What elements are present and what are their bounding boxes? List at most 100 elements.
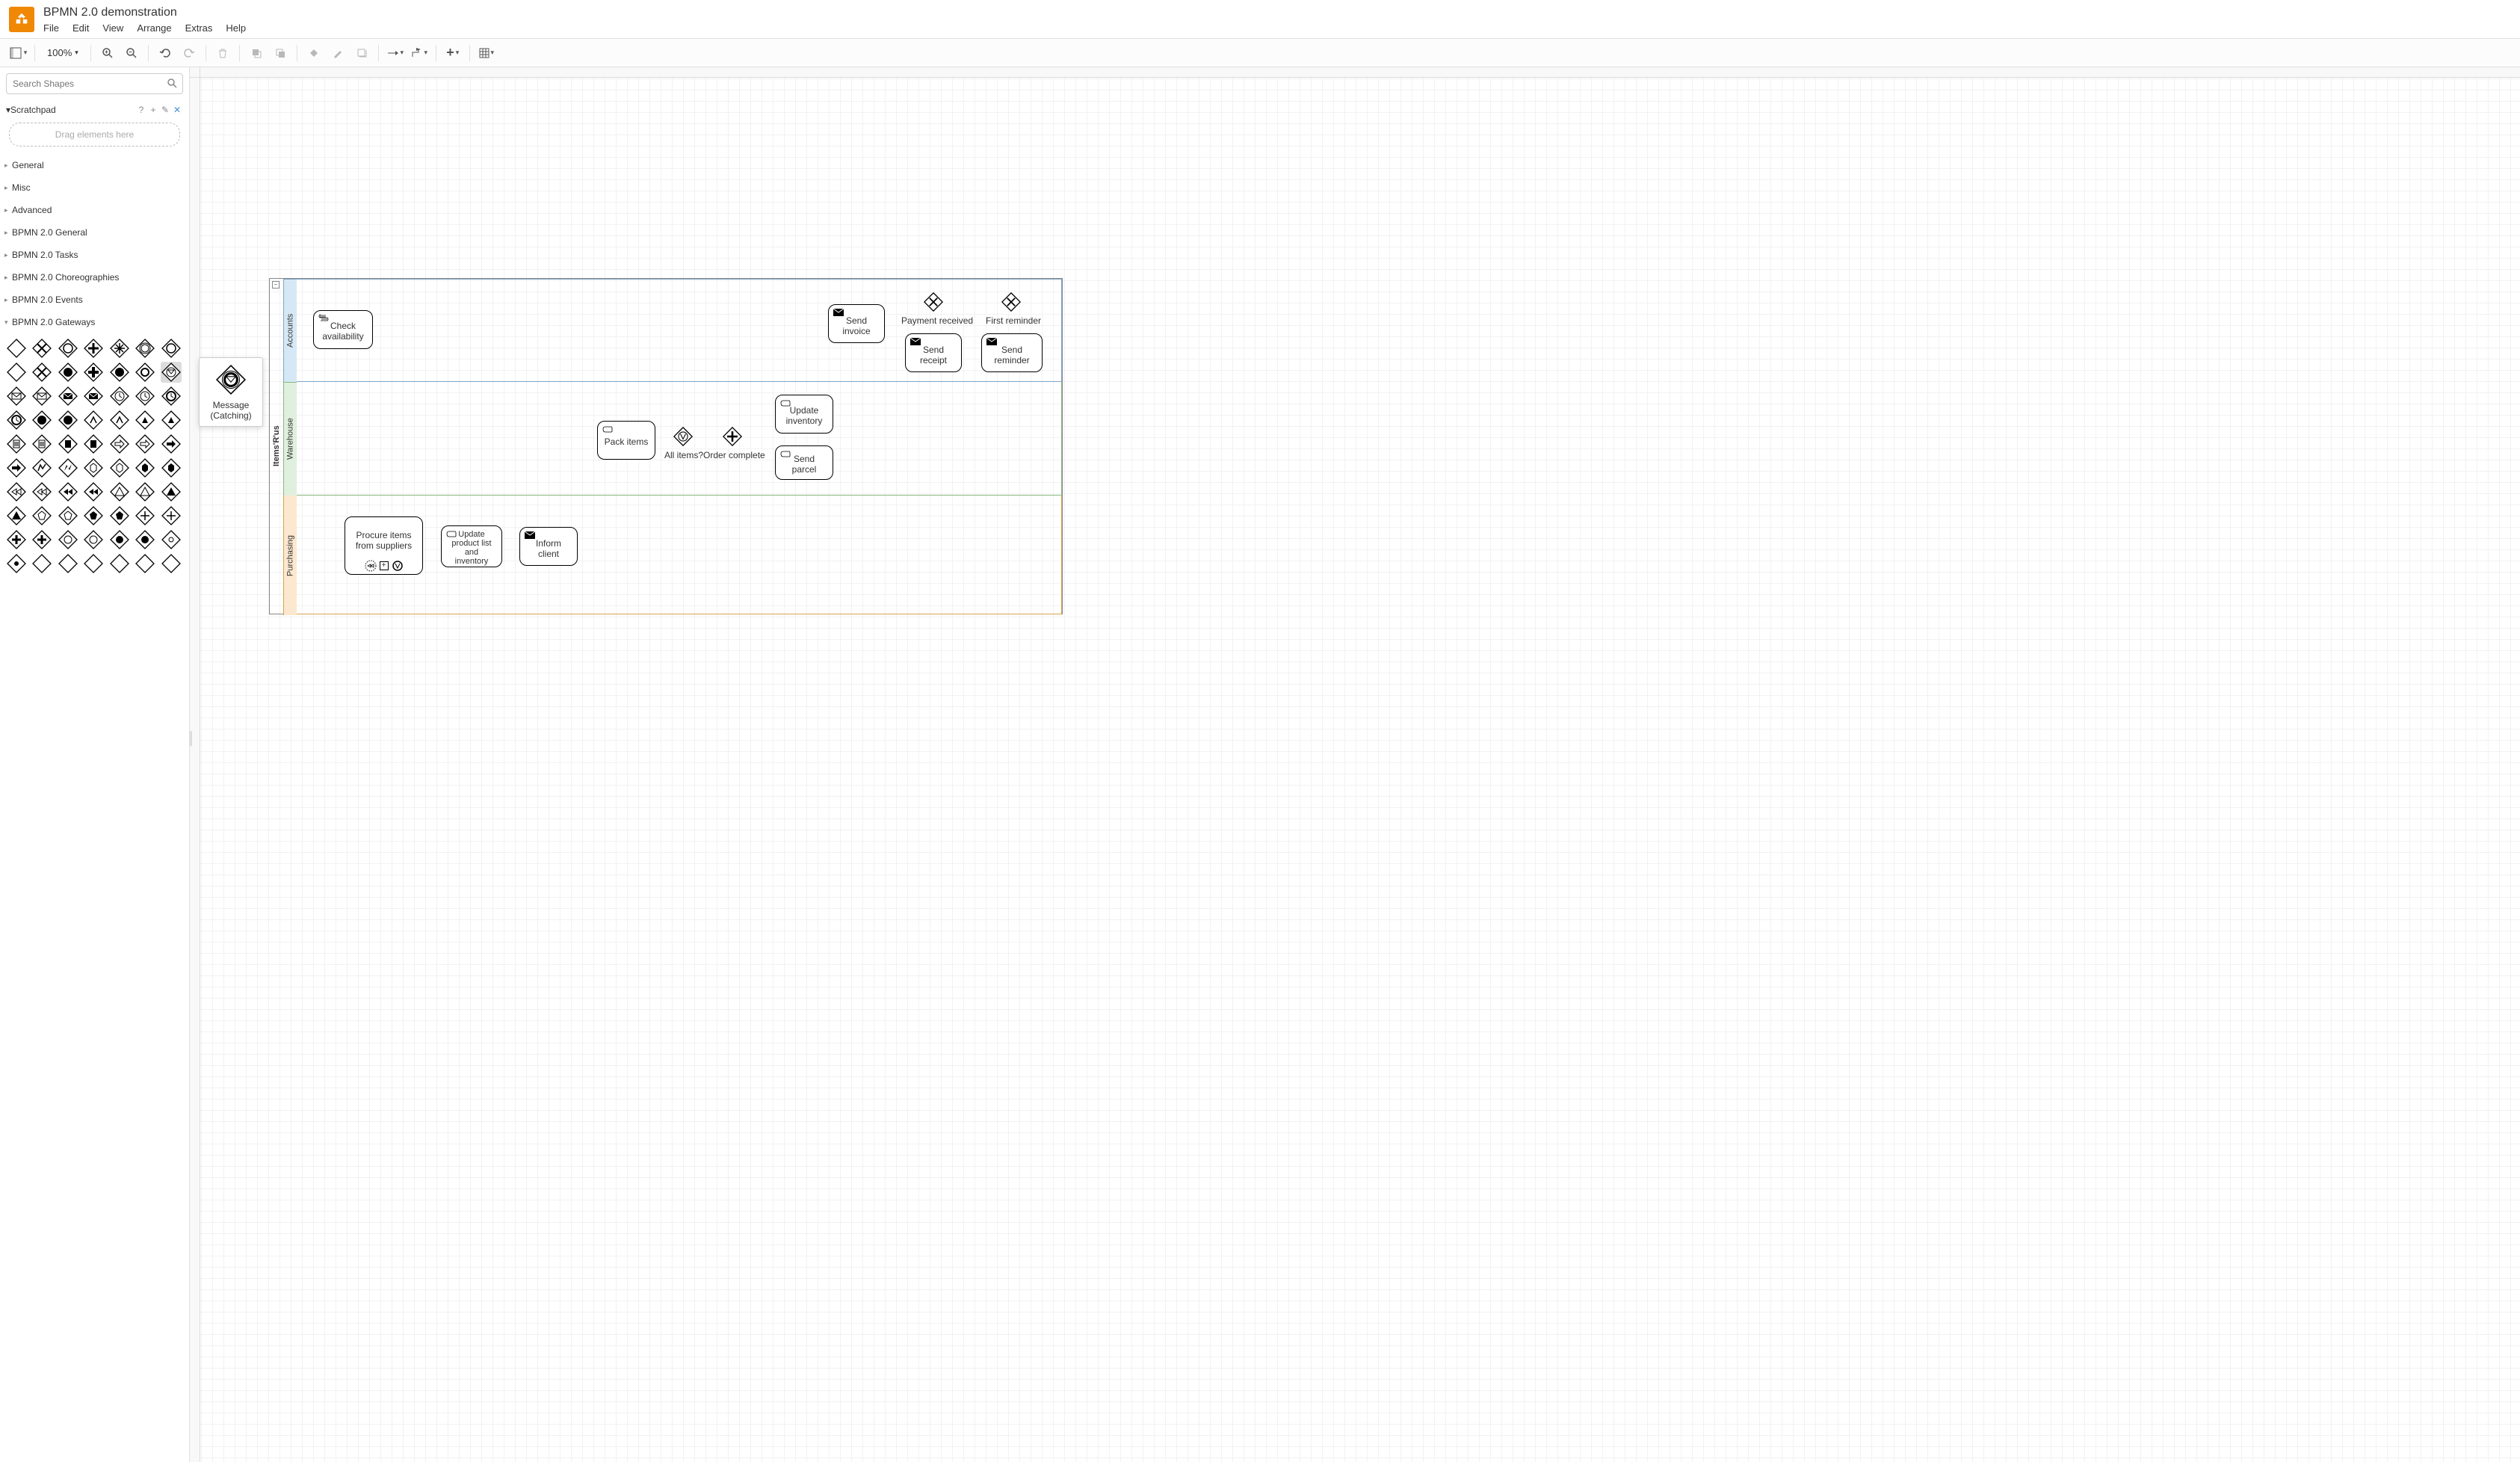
gateway-shape-11[interactable] xyxy=(109,362,130,383)
gateway-shape-46[interactable] xyxy=(109,481,130,502)
gateway-shape-13[interactable] xyxy=(161,362,182,383)
delete-button[interactable] xyxy=(212,43,233,64)
gateway-shape-59[interactable] xyxy=(83,529,104,550)
category-misc[interactable]: ▸Misc xyxy=(0,176,189,199)
gateway-shape-47[interactable] xyxy=(135,481,155,502)
gateway-shape-51[interactable] xyxy=(58,505,78,526)
gateway-shape-63[interactable] xyxy=(6,553,27,574)
bpmn-pool[interactable]: − Items'R'us − Accounts − Warehouse − Pu… xyxy=(269,278,1063,614)
zoom-dropdown[interactable]: 100% ▾ xyxy=(41,47,84,58)
gateway-shape-25[interactable] xyxy=(109,410,130,431)
task-send-reminder[interactable]: Send reminder xyxy=(981,333,1043,372)
task-send-invoice[interactable]: Send invoice xyxy=(828,304,885,343)
gateway-shape-21[interactable] xyxy=(6,410,27,431)
gateway-shape-35[interactable] xyxy=(6,457,27,478)
gateway-shape-36[interactable] xyxy=(31,457,52,478)
gateway-shape-8[interactable] xyxy=(31,362,52,383)
category-bpmn-2-0-general[interactable]: ▸BPMN 2.0 General xyxy=(0,221,189,244)
line-color-button[interactable] xyxy=(327,43,348,64)
gateway-shape-64[interactable] xyxy=(31,553,52,574)
category-bpmn-2-0-events[interactable]: ▸BPMN 2.0 Events xyxy=(0,289,189,311)
menu-help[interactable]: Help xyxy=(226,22,246,34)
gateway-shape-7[interactable] xyxy=(6,362,27,383)
gateway-shape-40[interactable] xyxy=(135,457,155,478)
gateway-shape-29[interactable] xyxy=(31,434,52,454)
task-pack-items[interactable]: Pack items xyxy=(597,421,655,460)
gateway-shape-31[interactable] xyxy=(83,434,104,454)
redo-button[interactable] xyxy=(179,43,200,64)
waypoints-dropdown[interactable]: ▾ xyxy=(409,43,430,64)
menu-view[interactable]: View xyxy=(102,22,123,34)
sidebar-splitter[interactable] xyxy=(189,731,192,746)
gateway-shape-68[interactable] xyxy=(135,553,155,574)
zoom-in-button[interactable] xyxy=(97,43,118,64)
gateway-shape-30[interactable] xyxy=(58,434,78,454)
gateway-shape-22[interactable] xyxy=(31,410,52,431)
connection-dropdown[interactable]: ▾ xyxy=(385,43,406,64)
gateway-shape-1[interactable] xyxy=(31,338,52,359)
gateway-shape-0[interactable] xyxy=(6,338,27,359)
gateway-shape-69[interactable] xyxy=(161,553,182,574)
gateway-shape-43[interactable] xyxy=(31,481,52,502)
gateway-shape-12[interactable] xyxy=(135,362,155,383)
lane-warehouse-label[interactable]: Warehouse xyxy=(283,382,297,496)
to-front-button[interactable] xyxy=(246,43,267,64)
gateway-shape-16[interactable] xyxy=(58,386,78,407)
shadow-button[interactable] xyxy=(351,43,372,64)
gateway-shape-54[interactable] xyxy=(135,505,155,526)
scratchpad-help-icon[interactable]: ? xyxy=(135,105,147,115)
gateway-shape-23[interactable] xyxy=(58,410,78,431)
category-advanced[interactable]: ▸Advanced xyxy=(0,199,189,221)
task-procure-items[interactable]: Procure items from suppliers + xyxy=(345,516,423,575)
gateway-shape-61[interactable] xyxy=(135,529,155,550)
gateway-shape-50[interactable] xyxy=(31,505,52,526)
gateway-shape-10[interactable] xyxy=(83,362,104,383)
fill-color-button[interactable] xyxy=(303,43,324,64)
gateway-shape-67[interactable] xyxy=(109,553,130,574)
lane-purchasing-label[interactable]: Purchasing xyxy=(283,496,297,615)
menu-extras[interactable]: Extras xyxy=(185,22,213,34)
gateway-shape-34[interactable] xyxy=(161,434,182,454)
scratchpad-close-icon[interactable]: ✕ xyxy=(171,105,183,115)
gateway-shape-28[interactable] xyxy=(6,434,27,454)
gateway-shape-45[interactable] xyxy=(83,481,104,502)
gateway-shape-20[interactable] xyxy=(161,386,182,407)
gateway-all-items[interactable] xyxy=(673,427,693,446)
category-bpmn-2-0-tasks[interactable]: ▸BPMN 2.0 Tasks xyxy=(0,244,189,266)
gateway-first-reminder[interactable] xyxy=(1001,292,1021,312)
lane-accounts-label[interactable]: Accounts xyxy=(283,279,297,382)
gateway-order-complete[interactable] xyxy=(723,427,742,446)
zoom-out-button[interactable] xyxy=(121,43,142,64)
gateway-shape-49[interactable] xyxy=(6,505,27,526)
gateway-shape-5[interactable] xyxy=(135,338,155,359)
table-dropdown[interactable]: ▾ xyxy=(476,43,497,64)
task-update-inventory[interactable]: Update inventory xyxy=(775,395,833,434)
gateway-shape-17[interactable] xyxy=(83,386,104,407)
gateway-shape-65[interactable] xyxy=(58,553,78,574)
task-send-receipt[interactable]: Send receipt xyxy=(905,333,962,372)
gateway-shape-24[interactable] xyxy=(83,410,104,431)
category-bpmn-2-0-choreographies[interactable]: ▸BPMN 2.0 Choreographies xyxy=(0,266,189,289)
gateway-shape-66[interactable] xyxy=(83,553,104,574)
gateway-shape-14[interactable] xyxy=(6,386,27,407)
gateway-shape-41[interactable] xyxy=(161,457,182,478)
app-logo[interactable] xyxy=(9,7,34,32)
gateway-shape-18[interactable] xyxy=(109,386,130,407)
gateway-shape-15[interactable] xyxy=(31,386,52,407)
gateway-shape-6[interactable] xyxy=(161,338,182,359)
gateway-shape-26[interactable] xyxy=(135,410,155,431)
canvas[interactable]: Message(Catching) − Items'R'us − Account… xyxy=(190,67,2520,1462)
search-input[interactable] xyxy=(6,73,183,94)
task-inform-client[interactable]: Inform client xyxy=(519,527,578,566)
gateway-shape-53[interactable] xyxy=(109,505,130,526)
gateway-shape-56[interactable] xyxy=(6,529,27,550)
insert-dropdown[interactable]: +▾ xyxy=(442,43,463,64)
scratchpad-add-icon[interactable]: + xyxy=(147,105,159,115)
expand-marker-icon[interactable]: + xyxy=(380,561,389,570)
category-bpmn-2-0-gateways[interactable]: ▾BPMN 2.0 Gateways xyxy=(0,311,189,333)
menu-file[interactable]: File xyxy=(43,22,59,34)
scratchpad-edit-icon[interactable]: ✎ xyxy=(159,105,171,115)
gateway-shape-52[interactable] xyxy=(83,505,104,526)
gateway-shape-9[interactable] xyxy=(58,362,78,383)
task-check-availability[interactable]: Check availability xyxy=(313,310,373,349)
